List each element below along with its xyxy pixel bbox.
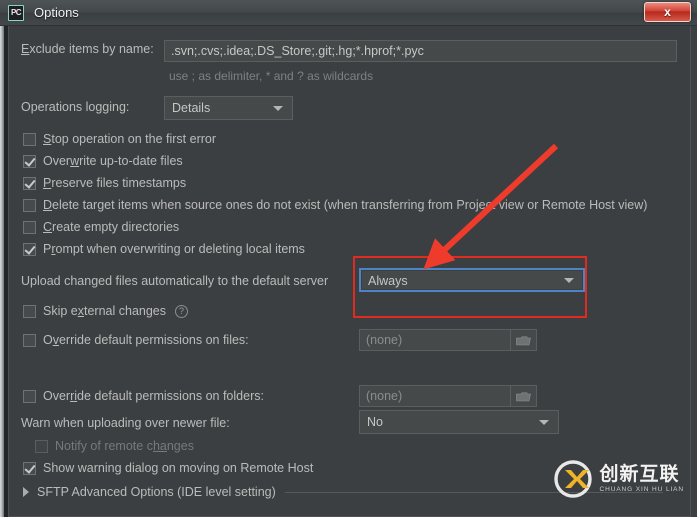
folder-icon bbox=[516, 392, 531, 402]
checkbox-stop-operation[interactable] bbox=[23, 132, 36, 146]
checkbox-label-skip-external-changes: Skip external changes bbox=[43, 304, 167, 318]
override-folders-browse-button[interactable] bbox=[511, 385, 537, 407]
chevron-down-icon bbox=[539, 420, 549, 425]
checkbox-delete-target-items[interactable] bbox=[23, 198, 36, 212]
checkbox-prompt-overwriting[interactable] bbox=[23, 242, 36, 256]
checkbox-create-empty-directories[interactable] bbox=[23, 220, 36, 234]
override-folders-field-group: (none) bbox=[359, 385, 537, 407]
checkbox-preserve-timestamps[interactable] bbox=[23, 176, 36, 190]
dialog-body: Exclude items by name: .svn;.cvs;.idea;.… bbox=[0, 26, 697, 517]
checkbox-label-override-folders: Override default permissions on folders: bbox=[43, 389, 264, 403]
chevron-down-icon bbox=[273, 106, 283, 111]
warn-newer-label: Warn when uploading over newer file: bbox=[21, 416, 230, 430]
checkbox-row-overwrite-files[interactable]: Overwrite up-to-date files bbox=[23, 154, 183, 168]
options-panel: Exclude items by name: .svn;.cvs;.idea;.… bbox=[8, 26, 691, 517]
folder-icon bbox=[516, 336, 531, 346]
checkbox-label-notify-remote-changes: Notify of remote changes bbox=[55, 439, 194, 453]
checkbox-row-override-files[interactable]: Override default permissions on files: bbox=[23, 333, 249, 347]
watermark-chinese: 创新互联 bbox=[599, 462, 680, 485]
sftp-advanced-options-label: SFTP Advanced Options (IDE level setting… bbox=[37, 485, 276, 499]
operations-logging-value: Details bbox=[172, 101, 211, 115]
upload-changed-label-row: Upload changed files automatically to th… bbox=[21, 274, 328, 288]
exclude-items-label-row: Exclude items by name: bbox=[21, 42, 154, 56]
checkbox-label-overwrite-files: Overwrite up-to-date files bbox=[43, 154, 183, 168]
checkbox-show-warning-dialog[interactable] bbox=[23, 461, 36, 475]
checkbox-label-prompt-overwriting: Prompt when overwriting or deleting loca… bbox=[43, 242, 305, 256]
close-icon[interactable]: x bbox=[644, 2, 691, 22]
checkbox-label-delete-target-items: Delete target items when source ones do … bbox=[43, 198, 648, 212]
upload-changed-value: Always bbox=[368, 274, 408, 288]
override-folders-input[interactable]: (none) bbox=[359, 385, 511, 407]
exclude-items-hint: use ; as delimiter, * and ? as wildcards bbox=[169, 69, 374, 83]
chevron-right-icon[interactable] bbox=[23, 487, 29, 497]
title-bar-left: PC Options bbox=[0, 0, 79, 25]
exclude-items-input[interactable]: .svn;.cvs;.idea;.DS_Store;.git;.hg;*.hpr… bbox=[164, 40, 677, 62]
checkbox-overwrite-files[interactable] bbox=[23, 154, 36, 168]
window-title: Options bbox=[34, 5, 79, 20]
override-files-browse-button[interactable] bbox=[511, 329, 537, 351]
checkbox-override-folders[interactable] bbox=[23, 389, 36, 403]
checkbox-row-delete-target-items[interactable]: Delete target items when source ones do … bbox=[23, 198, 647, 212]
override-files-input[interactable]: (none) bbox=[359, 329, 511, 351]
upload-changed-dropdown[interactable]: Always bbox=[359, 268, 585, 292]
checkbox-row-create-empty-directories[interactable]: Create empty directories bbox=[23, 220, 179, 234]
operations-logging-label-row: Operations logging: bbox=[21, 100, 129, 114]
checkbox-row-show-warning-dialog[interactable]: Show warning dialog on moving on Remote … bbox=[23, 461, 313, 475]
checkbox-skip-external-changes[interactable] bbox=[23, 304, 36, 318]
checkbox-row-override-folders[interactable]: Override default permissions on folders: bbox=[23, 389, 264, 403]
section-divider bbox=[284, 491, 663, 493]
operations-logging-label: Operations logging: bbox=[21, 100, 130, 114]
pycharm-icon: PC bbox=[8, 4, 24, 21]
warn-newer-dropdown[interactable]: No bbox=[359, 410, 559, 434]
checkbox-row-prompt-overwriting[interactable]: Prompt when overwriting or deleting loca… bbox=[23, 242, 305, 256]
chevron-down-icon bbox=[564, 278, 574, 283]
operations-logging-dropdown[interactable]: Details bbox=[164, 96, 293, 120]
checkbox-override-files[interactable] bbox=[23, 333, 36, 347]
override-files-field-group: (none) bbox=[359, 329, 537, 351]
warn-newer-label-row: Warn when uploading over newer file: bbox=[21, 416, 230, 430]
checkbox-row-preserve-timestamps[interactable]: Preserve files timestamps bbox=[23, 176, 186, 190]
options-dialog: PC Options x Exclude items by name: .svn… bbox=[0, 0, 697, 517]
checkbox-label-stop-operation: Stop operation on the first error bbox=[43, 132, 217, 146]
checkbox-label-preserve-timestamps: Preserve files timestamps bbox=[43, 176, 187, 190]
checkbox-notify-remote-changes[interactable] bbox=[35, 439, 48, 453]
warn-newer-value: No bbox=[367, 415, 383, 429]
checkbox-label-override-files: Override default permissions on files: bbox=[43, 333, 249, 347]
title-bar: PC Options x bbox=[0, 0, 697, 26]
exclude-items-label: Exclude items by name: bbox=[21, 42, 154, 56]
upload-changed-label: Upload changed files automatically to th… bbox=[21, 274, 329, 288]
checkbox-row-skip-external-changes[interactable]: Skip external changes ? bbox=[23, 304, 189, 318]
checkbox-row-stop-operation[interactable]: Stop operation on the first error bbox=[23, 132, 216, 146]
checkbox-row-notify-remote-changes[interactable]: Notify of remote changes bbox=[35, 439, 194, 453]
question-mark-icon[interactable]: ? bbox=[175, 304, 189, 318]
sftp-advanced-options-section[interactable]: SFTP Advanced Options (IDE level setting… bbox=[23, 485, 663, 499]
checkbox-label-show-warning-dialog: Show warning dialog on moving on Remote … bbox=[43, 461, 314, 475]
checkbox-label-create-empty-directories: Create empty directories bbox=[43, 220, 180, 234]
